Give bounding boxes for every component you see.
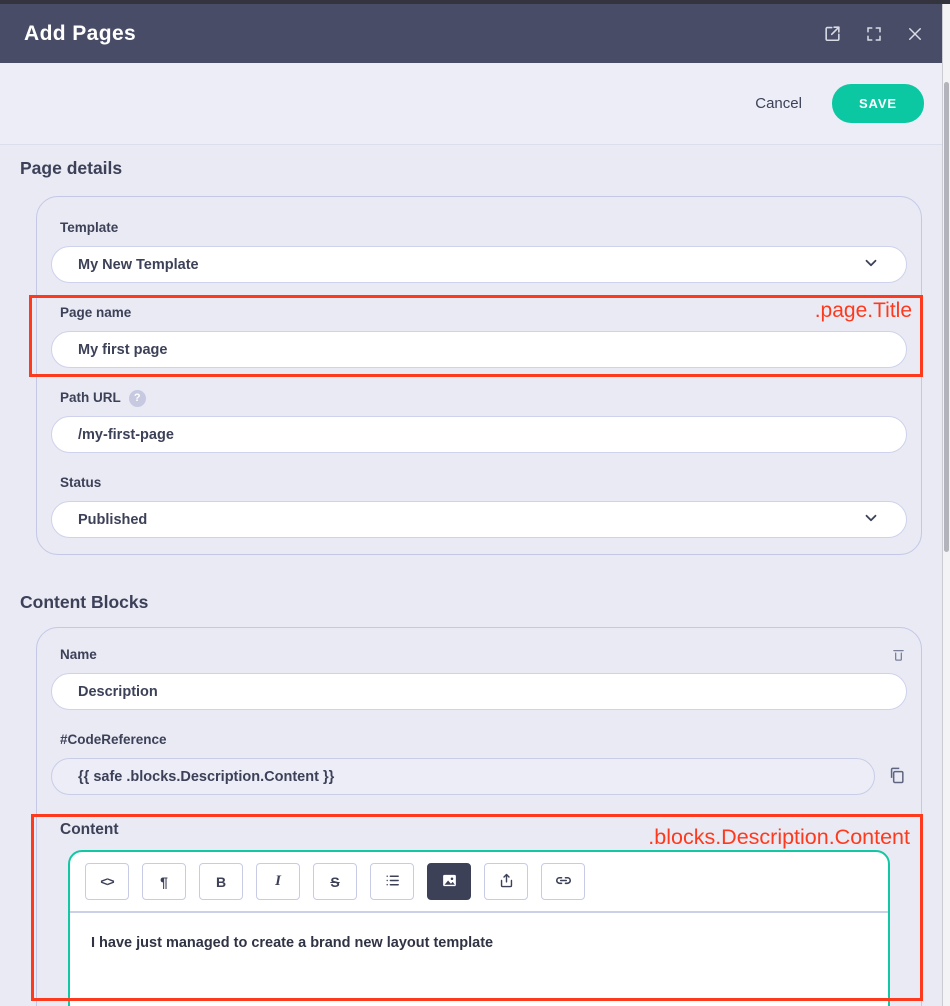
path-url-field: Path URL ?: [51, 389, 907, 453]
rich-text-editor: <> ¶ B I S: [68, 850, 890, 1006]
template-label: Template: [60, 219, 907, 237]
modal-header: Add Pages: [0, 4, 950, 63]
open-in-new-window-button[interactable]: [823, 24, 842, 43]
bullet-list-button[interactable]: [370, 863, 414, 900]
modal-title: Add Pages: [24, 22, 136, 46]
path-url-input[interactable]: [51, 416, 907, 453]
editor-content[interactable]: I have just managed to create a brand ne…: [70, 913, 888, 973]
chevron-down-icon: [862, 254, 880, 276]
code-reference-label: #CodeReference: [60, 731, 907, 749]
template-field: Template My New Template: [51, 219, 907, 283]
page-name-label: Page name: [60, 304, 907, 322]
block-name-field: Name: [51, 646, 907, 710]
content-field: .blocks.Description.Content Content <> ¶…: [51, 819, 907, 1006]
modal-body: Page details Template My New Template .p…: [0, 157, 950, 1006]
cancel-button[interactable]: Cancel: [755, 95, 802, 112]
editor-toolbar: <> ¶ B I S: [70, 852, 888, 911]
trash-icon: [890, 646, 907, 666]
page-details-heading: Page details: [20, 157, 922, 179]
page-details-card: Template My New Template .page.Title Pag…: [36, 196, 922, 555]
content-block-card: Name #CodeReference: [36, 627, 922, 1006]
copy-icon: [887, 765, 907, 788]
upload-button[interactable]: [484, 863, 528, 900]
add-pages-modal: Add Pages Cancel SAVE Page details: [0, 0, 950, 1006]
block-name-input[interactable]: [51, 673, 907, 710]
status-label: Status: [60, 474, 907, 492]
code-view-button[interactable]: <>: [85, 863, 129, 900]
close-button[interactable]: [906, 25, 924, 43]
code-reference-input[interactable]: [51, 758, 875, 795]
paragraph-button[interactable]: ¶: [142, 863, 186, 900]
page-scrollbar-track: [942, 4, 950, 1006]
delete-block-button[interactable]: [890, 646, 907, 666]
page-name-input[interactable]: [51, 331, 907, 368]
template-select[interactable]: My New Template: [51, 246, 907, 283]
action-bar: Cancel SAVE: [0, 63, 950, 145]
copy-button[interactable]: [887, 765, 907, 788]
template-select-value: My New Template: [78, 257, 199, 273]
external-link-icon: [823, 24, 842, 43]
path-url-label-text: Path URL: [60, 389, 121, 407]
code-reference-field: #CodeReference: [51, 731, 907, 795]
content-label: Content: [60, 819, 907, 841]
link-button[interactable]: [541, 863, 585, 900]
header-icons: [823, 24, 924, 43]
content-blocks-heading: Content Blocks: [20, 591, 922, 613]
save-button[interactable]: SAVE: [832, 84, 924, 123]
page-scrollbar-thumb[interactable]: [944, 82, 949, 552]
link-icon: [554, 871, 573, 893]
italic-button[interactable]: I: [256, 863, 300, 900]
status-select[interactable]: Published: [51, 501, 907, 538]
status-field: Status Published: [51, 474, 907, 538]
fullscreen-icon: [865, 25, 883, 43]
path-url-label: Path URL ?: [60, 389, 907, 407]
status-select-value: Published: [78, 512, 147, 528]
insert-image-button[interactable]: [427, 863, 471, 900]
fullscreen-button[interactable]: [865, 25, 883, 43]
bold-button[interactable]: B: [199, 863, 243, 900]
bullet-list-icon: [384, 872, 401, 892]
image-icon: [441, 872, 458, 892]
chevron-down-icon: [862, 509, 880, 531]
close-icon: [906, 25, 924, 43]
help-icon[interactable]: ?: [129, 390, 146, 407]
page-name-field: .page.Title Page name: [51, 304, 907, 368]
strikethrough-button[interactable]: S: [313, 863, 357, 900]
upload-icon: [498, 872, 515, 892]
block-name-label: Name: [60, 646, 97, 664]
